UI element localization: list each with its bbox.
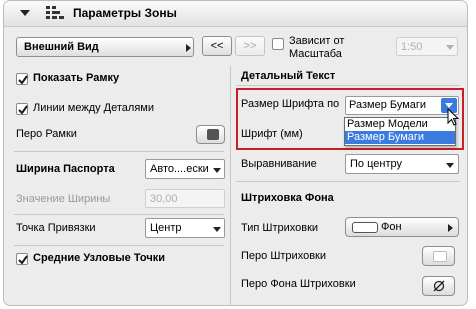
panel-title: Параметры Зоны — [73, 6, 177, 20]
font-size-by-dropdown-list: Размер Модели Размер Бумаги — [344, 117, 456, 146]
hatch-pen-button[interactable] — [422, 246, 455, 266]
right-separator-1 — [236, 181, 460, 182]
hatch-bg-pen-button[interactable] — [422, 276, 455, 296]
detail-text-heading: Детальный Текст — [241, 70, 336, 82]
frame-pen-label: Перо Рамки — [16, 128, 77, 140]
anchor-value: Центр — [150, 222, 182, 234]
column-divider — [230, 66, 231, 306]
alignment-value: По центру — [350, 158, 402, 170]
collapse-triangle-icon[interactable] — [20, 10, 30, 16]
mouse-cursor-icon — [447, 107, 461, 128]
next-button-label: >> — [243, 40, 257, 52]
show-frame-checkbox[interactable] — [16, 73, 28, 85]
next-button[interactable]: >> — [235, 36, 265, 56]
empty-set-icon — [433, 280, 445, 292]
width-value-field[interactable]: 30,00 — [145, 189, 225, 208]
hatch-type-label: Тип Штриховки — [241, 222, 319, 234]
anchor-label: Точка Привязки — [16, 222, 96, 234]
view-select-label: Внешний Вид — [24, 41, 99, 53]
alignment-label: Выравнивание — [241, 158, 317, 170]
scale-select-value: 1:50 — [401, 41, 423, 53]
scale-dependent-checkbox[interactable] — [272, 38, 284, 50]
hatch-type-button[interactable]: Фон — [345, 217, 459, 237]
font-size-by-label: Размер Шрифта по — [241, 98, 340, 110]
midpoints-checkbox[interactable] — [16, 253, 28, 265]
scale-dependent-label-line1: Зависит от — [289, 35, 345, 47]
anchor-arrow-icon — [213, 227, 221, 232]
passport-width-select[interactable]: Авто....ески — [145, 159, 225, 179]
width-value-text: 30,00 — [150, 193, 178, 205]
alignment-arrow-icon — [446, 163, 454, 168]
frame-pen-button[interactable] — [196, 125, 225, 144]
scale-dependent-label-line2: Масштаба — [289, 48, 342, 60]
alignment-select[interactable]: По центру — [345, 154, 459, 174]
detail-lines-label: Линии между Деталями — [33, 102, 154, 114]
font-label: Шрифт (мм) — [241, 128, 303, 140]
prev-button[interactable]: << — [202, 36, 232, 56]
font-size-by-select[interactable]: Размер Бумаги — [345, 96, 459, 115]
hatch-pen-label: Перо Штриховки — [241, 250, 326, 262]
width-value-label: Значение Ширины — [16, 193, 111, 205]
passport-width-label: Ширина Паспорта — [16, 163, 115, 175]
zone-settings-icon — [45, 5, 67, 22]
hatch-heading: Штриховка Фона — [241, 192, 334, 204]
midpoints-label: Средние Узловые Точки — [33, 252, 165, 264]
hatch-bg-pen-label: Перо Фона Штриховки — [241, 278, 356, 290]
view-select-button[interactable]: Внешний Вид — [16, 37, 194, 57]
hatch-pen-swatch-icon — [433, 251, 447, 262]
prev-button-label: << — [210, 40, 224, 52]
anchor-select[interactable]: Центр — [145, 218, 225, 238]
frame-pen-swatch-icon — [207, 129, 219, 140]
dropdown-option-paper[interactable]: Размер Бумаги — [345, 131, 455, 144]
view-select-arrow-icon — [186, 44, 191, 52]
font-size-by-value: Размер Бумаги — [349, 99, 427, 111]
left-separator-2 — [14, 214, 224, 215]
show-frame-label: Показать Рамку — [33, 72, 120, 84]
hatch-type-swatch-icon — [352, 222, 378, 233]
scale-select[interactable]: 1:50 — [396, 37, 458, 56]
scale-select-arrow-icon — [446, 45, 454, 50]
right-separator-0 — [236, 85, 460, 86]
dropdown-option-model[interactable]: Размер Модели — [345, 118, 455, 131]
detail-lines-checkbox[interactable] — [16, 103, 28, 115]
left-separator-3 — [14, 245, 224, 246]
left-separator-1 — [14, 151, 224, 152]
passport-width-arrow-icon — [213, 168, 221, 173]
hatch-type-value: Фон — [381, 221, 402, 233]
hatch-type-arrow-icon — [448, 224, 453, 232]
passport-width-value: Авто....ески — [150, 163, 209, 175]
